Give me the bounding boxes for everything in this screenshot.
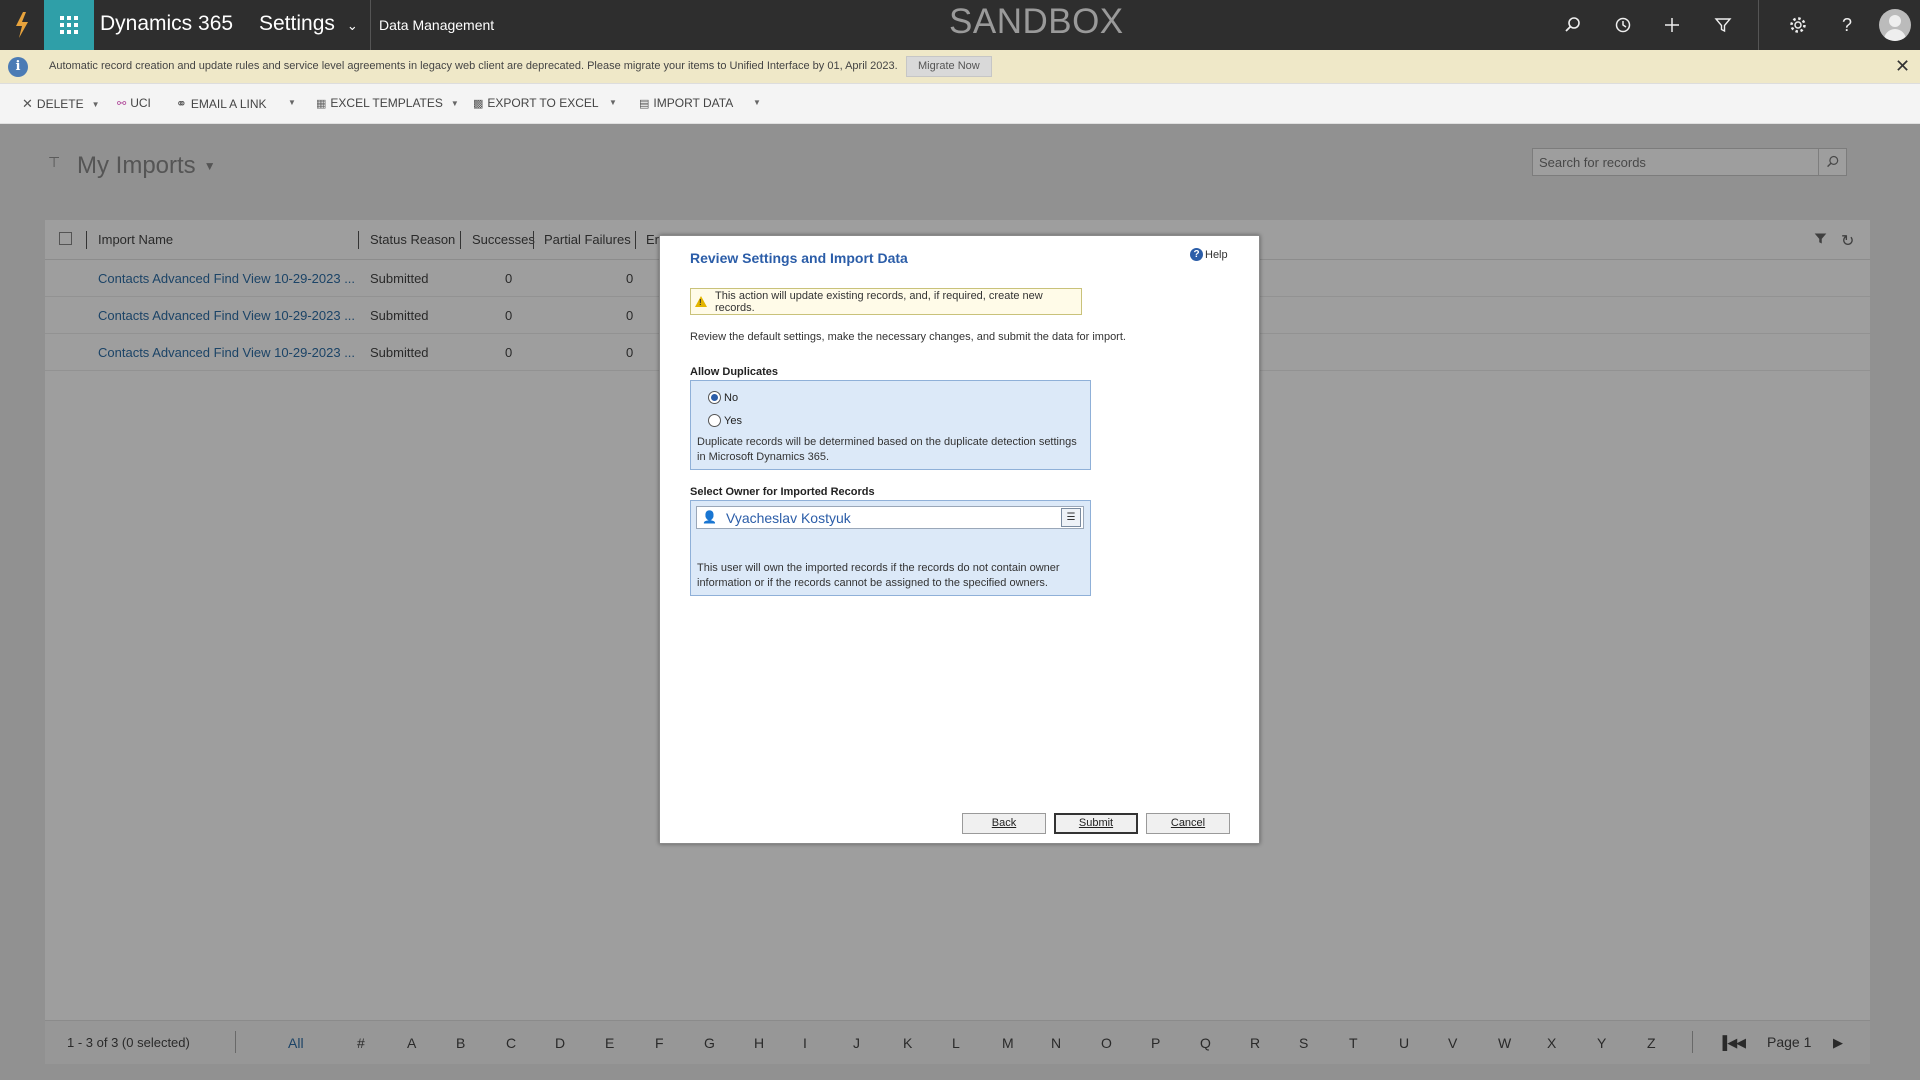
owner-note: This user will own the imported records …: [697, 562, 1060, 589]
export-icon: ▩: [473, 97, 484, 110]
dynamics-logo-icon: [0, 0, 44, 50]
app-launcher-icon[interactable]: [44, 0, 94, 50]
user-avatar[interactable]: [1879, 9, 1911, 41]
settings-icon[interactable]: [1786, 13, 1810, 37]
top-navigation-bar: Dynamics 365 Settings ⌄ Data Management …: [0, 0, 1920, 50]
owner-value[interactable]: Vyacheslav Kostyuk: [726, 510, 851, 526]
advanced-find-icon[interactable]: [1711, 13, 1735, 37]
chevron-down-icon[interactable]: ▼: [609, 98, 617, 107]
allow-duplicates-yes[interactable]: Yes: [708, 414, 742, 427]
nav-divider: [370, 0, 371, 50]
import-data-button[interactable]: ▤ IMPORT DATA: [639, 96, 733, 110]
email-link-button[interactable]: ⚭ EMAIL A LINK: [176, 96, 267, 112]
environment-label: SANDBOX: [949, 2, 1124, 41]
uci-icon: ⚯: [117, 97, 127, 110]
excel-templates-label: EXCEL TEMPLATES: [330, 96, 443, 110]
warning-icon: !: [695, 296, 707, 307]
help-label: Help: [1205, 248, 1228, 261]
excel-templates-button[interactable]: ▦ EXCEL TEMPLATES ▼: [316, 96, 459, 110]
owner-label: Select Owner for Imported Records: [690, 486, 875, 498]
dialog-intro: Review the default settings, make the ne…: [690, 331, 1126, 343]
help-link[interactable]: ? Help: [1190, 248, 1228, 261]
notification-message: Automatic record creation and update rul…: [49, 60, 898, 72]
delete-button[interactable]: ✕ DELETE ▼: [22, 96, 100, 112]
import-review-dialog: Review Settings and Import Data ? Help !…: [659, 235, 1260, 844]
radio-yes[interactable]: [708, 414, 721, 427]
help-icon: ?: [1190, 248, 1203, 261]
notification-bar: i Automatic record creation and update r…: [0, 50, 1920, 84]
owner-panel: 👤 Vyacheslav Kostyuk ☰ This user will ow…: [690, 500, 1091, 596]
uci-button[interactable]: ⚯ UCI: [117, 96, 151, 110]
new-icon[interactable]: [1660, 13, 1684, 37]
delete-label: DELETE: [36, 97, 84, 111]
breadcrumb[interactable]: Data Management: [379, 17, 494, 33]
import-icon: ▤: [639, 97, 650, 110]
product-name[interactable]: Dynamics 365: [100, 12, 233, 36]
allow-duplicates-no[interactable]: No: [708, 391, 738, 404]
warning-message: ! This action will update existing recor…: [690, 288, 1082, 315]
area-label: Settings: [259, 12, 335, 35]
submit-button[interactable]: Submit: [1054, 813, 1138, 834]
lookup-icon[interactable]: ☰: [1061, 508, 1081, 527]
uci-label: UCI: [130, 96, 151, 110]
excel-icon: ▦: [316, 97, 327, 110]
chevron-down-icon[interactable]: ▼: [288, 98, 296, 107]
chevron-down-icon[interactable]: ▼: [92, 100, 100, 109]
duplicates-note: Duplicate records will be determined bas…: [697, 436, 1077, 463]
chevron-down-icon[interactable]: ▼: [451, 99, 459, 108]
submit-label: Submit: [1078, 817, 1114, 829]
search-icon[interactable]: [1561, 13, 1585, 37]
warning-text: This action will update existing records…: [715, 289, 1043, 314]
chevron-down-icon: ⌄: [346, 17, 358, 33]
link-icon: ⚭: [176, 96, 187, 111]
allow-duplicates-panel: No Yes Duplicate records will be determi…: [690, 380, 1091, 470]
export-excel-label: EXPORT TO EXCEL: [487, 96, 599, 110]
back-button[interactable]: Back: [962, 813, 1046, 834]
command-bar: ✕ DELETE ▼ ⚯ UCI ⚭ EMAIL A LINK ▼ ▦ EXCE…: [0, 84, 1920, 124]
radio-yes-label: Yes: [724, 414, 742, 427]
import-data-label: IMPORT DATA: [653, 96, 734, 110]
close-icon[interactable]: ✕: [1895, 56, 1910, 77]
radio-no-label: No: [724, 391, 739, 404]
email-link-label: EMAIL A LINK: [190, 97, 267, 111]
owner-lookup-field[interactable]: 👤 Vyacheslav Kostyuk ☰: [696, 506, 1084, 529]
chevron-down-icon[interactable]: ▼: [753, 98, 761, 107]
allow-duplicates-label: Allow Duplicates: [690, 366, 779, 378]
cancel-button[interactable]: Cancel: [1146, 813, 1230, 834]
delete-icon: ✕: [22, 96, 33, 111]
radio-no[interactable]: [708, 391, 721, 404]
dialog-title: Review Settings and Import Data: [690, 250, 908, 266]
info-icon: i: [8, 57, 28, 77]
back-label: Back: [991, 817, 1017, 829]
help-icon[interactable]: ?: [1835, 13, 1859, 37]
nav-divider: [1758, 0, 1759, 50]
cancel-label: Cancel: [1170, 817, 1206, 829]
export-excel-button[interactable]: ▩ EXPORT TO EXCEL: [473, 96, 599, 110]
area-selector[interactable]: Settings ⌄: [259, 12, 358, 36]
migrate-now-button[interactable]: Migrate Now: [906, 56, 992, 77]
user-icon: 👤: [702, 510, 717, 524]
recent-icon[interactable]: [1611, 13, 1635, 37]
